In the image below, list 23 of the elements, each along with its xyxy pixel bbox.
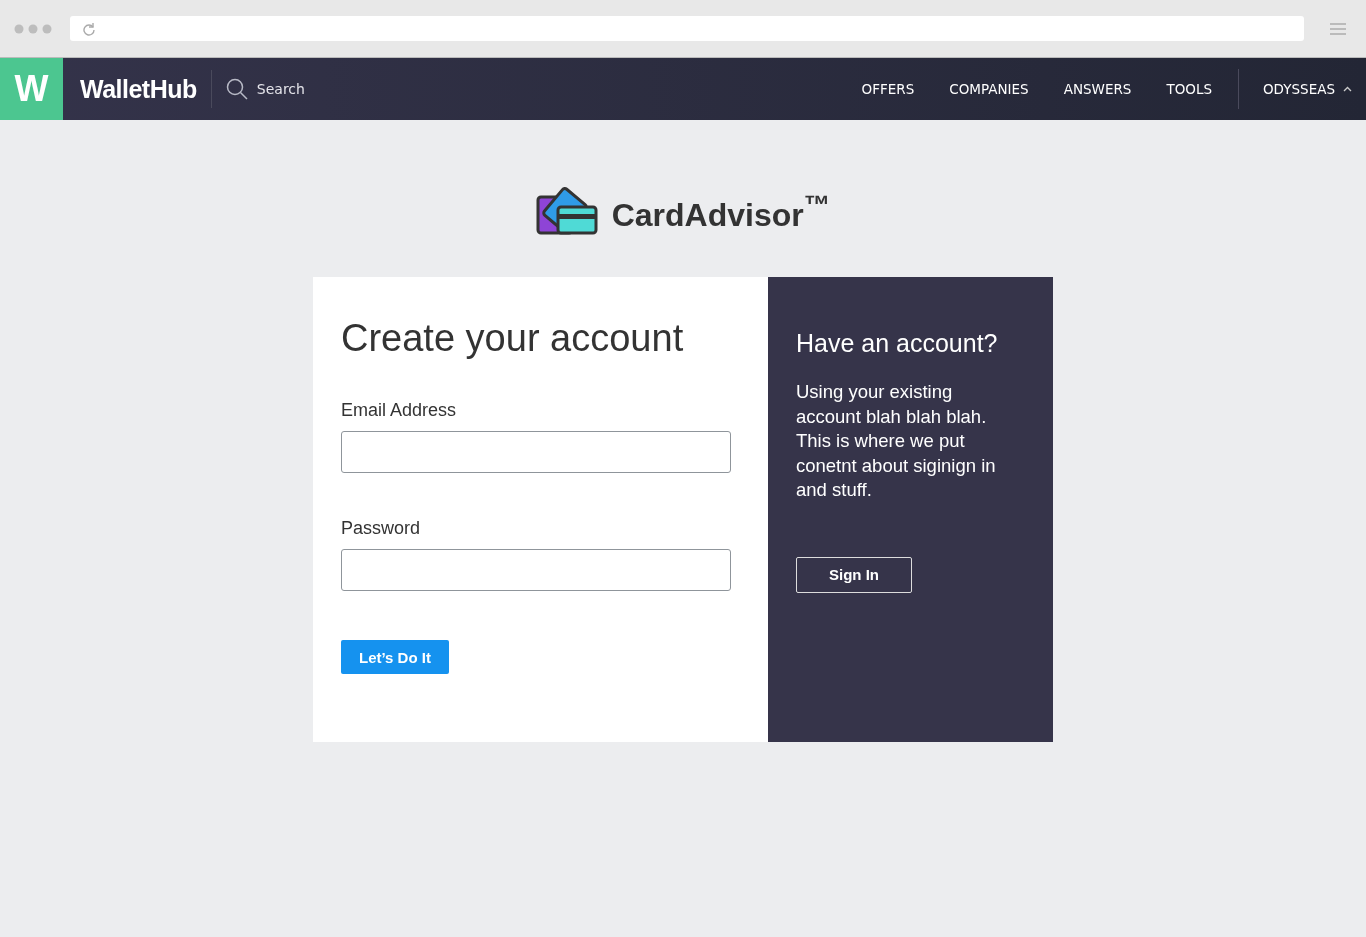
nav-link[interactable]: TOOLS [1166,81,1212,97]
search-icon [225,78,248,100]
user-menu[interactable]: ODYSSEAS [1263,81,1352,97]
field-label: Email Address [341,400,458,421]
logo-letter: W [14,68,49,110]
window-dots-icon [14,23,54,34]
nav-link[interactable]: ANSWERS [1063,81,1132,97]
input-field[interactable] [341,431,731,473]
form-title: Create your account [341,317,685,360]
field-label: Password [341,518,422,539]
cards-icon [535,187,598,237]
panel-text: Using your existing account blah blah blah. This is where we put conetnt about siginign in and stuff. [796,380,997,502]
caret-icon [1343,86,1352,92]
brand-name[interactable]: WalletHub [63,70,212,108]
menu-icon[interactable] [1330,21,1346,36]
nav-link[interactable]: COMPANIES [949,81,1029,97]
reload-icon[interactable] [82,21,96,36]
nav-link[interactable]: OFFERS [861,81,915,97]
search-button[interactable]: Search [211,78,305,100]
input-field[interactable] [341,549,731,591]
sign-in-button[interactable]: Sign In [796,556,912,593]
logo-text: CardAdvisor$^{™}$ [611,190,831,234]
panel-title: Have an account? [796,329,998,358]
